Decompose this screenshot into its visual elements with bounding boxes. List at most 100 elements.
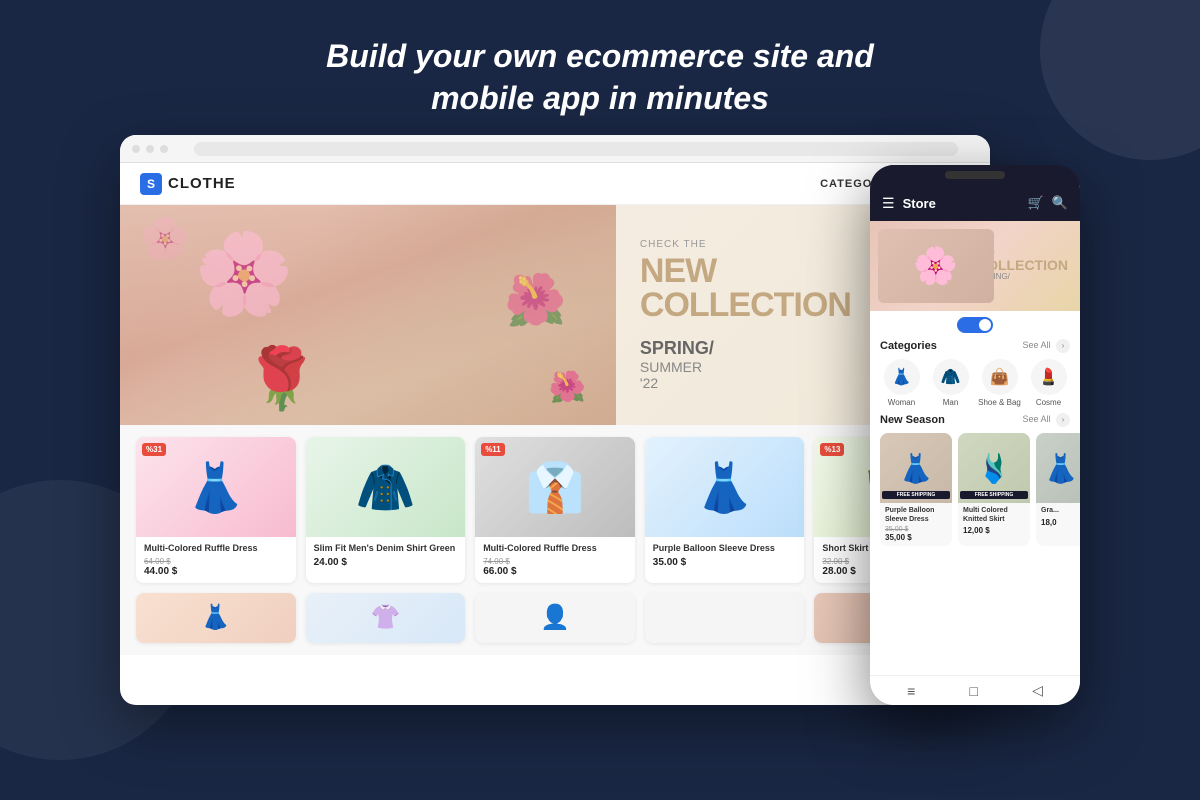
browser-dot-yellow	[146, 145, 154, 153]
new-season-see-all-arrow: ›	[1056, 413, 1070, 427]
product-image-2: 🧥	[306, 437, 466, 537]
discount-badge-3: %11	[481, 443, 505, 456]
mobile-home-icon[interactable]: ≡	[907, 683, 915, 699]
hero-headline-line2: mobile app in minutes	[431, 80, 769, 116]
mobile-product-info-2: Multi Colored Knitted Skirt 12,00 $	[958, 503, 1030, 539]
mobile-categories-grid: 👗 Woman 🧥 Man 👜 Shoe & Bag 💄 Cosme	[880, 359, 1070, 407]
shoe-bag-category-icon: 👜	[982, 359, 1018, 395]
mobile-toggle-area	[870, 311, 1080, 339]
products-section: 👗 %31 Multi-Colored Ruffle Dress 64.00 $…	[120, 425, 990, 655]
product-price-2: 24.00 $	[314, 557, 458, 568]
site-logo: S CLOTHE	[140, 173, 236, 195]
man-category-icon: 🧥	[933, 359, 969, 395]
mobile-bottom-bar: ≡ □ ◁	[870, 675, 1080, 705]
product-card[interactable]: 👗 Purple Balloon Sleeve Dress 35.00 $	[645, 437, 805, 583]
product-info-1: Multi-Colored Ruffle Dress 64.00 $ 44.00…	[136, 537, 296, 583]
mobile-categories-header: Categories See All ›	[880, 339, 1070, 353]
hero-section: Build your own ecommerce site and mobile…	[0, 0, 1200, 135]
mobile-free-shipping-1: FREE SHIPPING	[882, 491, 950, 499]
woman-category-label: Woman	[888, 398, 915, 407]
product-info-2: Slim Fit Men's Denim Shirt Green 24.00 $	[306, 537, 466, 574]
mobile-hero: 🌸 NEW COLLECTION SPRING/	[870, 221, 1080, 311]
product-info-4: Purple Balloon Sleeve Dress 35.00 $	[645, 537, 805, 574]
product-card-mini-2[interactable]: 👚	[306, 593, 466, 643]
product-image-4: 👗	[645, 437, 805, 537]
logo-icon: S	[140, 173, 162, 195]
product-name-4: Purple Balloon Sleeve Dress	[653, 543, 797, 554]
mobile-notch	[870, 165, 1080, 185]
product-name-2: Slim Fit Men's Denim Shirt Green	[314, 543, 458, 554]
mobile-product-name-1: Purple Balloon Sleeve Dress	[885, 507, 947, 524]
cosme-category-label: Cosme	[1036, 398, 1061, 407]
mobile-product-price-3: 18,0	[1041, 518, 1080, 527]
mobile-categories-see-all[interactable]: See All ›	[1022, 339, 1070, 353]
mobile-product-price-2: 12,00 $	[963, 526, 1025, 535]
mobile-categories-section: Categories See All › 👗 Woman 🧥 Man	[870, 339, 1080, 407]
product-info-3: Multi-Colored Ruffle Dress 74.00 $ 66.00…	[475, 537, 635, 583]
mobile-cat-shoe-bag[interactable]: 👜 Shoe & Bag	[978, 359, 1021, 407]
mobile-product-img-3: 👗	[1036, 433, 1080, 503]
mockup-container: S CLOTHE CATEGORIES 🔍 🛒 2	[120, 135, 1080, 705]
mobile-product-3[interactable]: 👗 Gra... 18,0	[1036, 433, 1080, 546]
mobile-product-name-2: Multi Colored Knitted Skirt	[963, 507, 1025, 524]
mobile-product-info-1: Purple Balloon Sleeve Dress 35,00 $ 35,0…	[880, 503, 952, 546]
product-price-4: 35.00 $	[653, 557, 797, 568]
mobile-store-title: Store	[903, 196, 1028, 211]
logo-letter: S	[147, 177, 155, 191]
product-image-3: 👔 %11	[475, 437, 635, 537]
mobile-product-info-3: Gra... 18,0	[1036, 503, 1080, 530]
mobile-cat-man[interactable]: 🧥 Man	[929, 359, 972, 407]
mobile-new-season-see-all[interactable]: See All ›	[1022, 413, 1070, 427]
mobile-cart-icon[interactable]: 🛒	[1028, 195, 1044, 211]
product-card-mini-1[interactable]: 👗	[136, 593, 296, 643]
mobile-nav-icons: 🛒 🔍	[1028, 195, 1068, 211]
product-image-1: 👗 %31	[136, 437, 296, 537]
browser-bar	[120, 135, 990, 163]
mobile-product-img-1: 👗 FREE SHIPPING	[880, 433, 952, 503]
product-card[interactable]: 👔 %11 Multi-Colored Ruffle Dress 74.00 $…	[475, 437, 635, 583]
mobile-categories-title: Categories	[880, 340, 937, 352]
man-category-label: Man	[943, 398, 959, 407]
product-name-3: Multi-Colored Ruffle Dress	[483, 543, 627, 554]
mobile-product-name-3: Gra...	[1041, 507, 1080, 515]
mobile-hero-image: 🌸	[878, 229, 994, 303]
hero-banner: 🌸 🌺 🌹 CHECK THE NEWCOLLECTION SPRING/ SU…	[120, 205, 990, 425]
mobile-search-icon[interactable]: 🔍	[1052, 195, 1068, 211]
hero-figure: 🌸 🌺 🌹	[120, 205, 616, 425]
mobile-product-price-1: 35,00 $	[885, 533, 947, 542]
hamburger-icon[interactable]: ☰	[882, 195, 895, 212]
mobile-product-img-2: 🩱 FREE SHIPPING	[958, 433, 1030, 503]
hero-image: 🌸 🌺 🌹	[120, 205, 616, 425]
mobile-new-season-grid: 👗 FREE SHIPPING Purple Balloon Sleeve Dr…	[880, 433, 1070, 546]
mobile-product-1[interactable]: 👗 FREE SHIPPING Purple Balloon Sleeve Dr…	[880, 433, 952, 546]
mobile-new-season-header: New Season See All ›	[880, 413, 1070, 427]
mobile-cat-cosme[interactable]: 💄 Cosme	[1027, 359, 1070, 407]
discount-badge-5: %13	[820, 443, 844, 456]
mobile-toggle[interactable]	[957, 317, 993, 333]
mobile-free-shipping-2: FREE SHIPPING	[960, 491, 1028, 499]
product-card-mini-3[interactable]: 👤	[475, 593, 635, 643]
product-old-price-1: 64.00 $	[144, 557, 288, 566]
product-price-3: 66.00 $	[483, 566, 627, 577]
hero-headline-line1: Build your own ecommerce site and	[326, 38, 874, 74]
desktop-mockup: S CLOTHE CATEGORIES 🔍 🛒 2	[120, 135, 990, 705]
site-navbar: S CLOTHE CATEGORIES 🔍 🛒 2	[120, 163, 990, 205]
mobile-product-2[interactable]: 🩱 FREE SHIPPING Multi Colored Knitted Sk…	[958, 433, 1030, 546]
shoe-bag-category-label: Shoe & Bag	[978, 398, 1021, 407]
mobile-back-icon[interactable]: ◁	[1032, 682, 1043, 699]
products-grid: 👗 %31 Multi-Colored Ruffle Dress 64.00 $…	[136, 437, 974, 583]
cosme-category-icon: 💄	[1031, 359, 1067, 395]
browser-url-bar	[194, 142, 958, 156]
mobile-nav: ☰ Store 🛒 🔍	[870, 185, 1080, 221]
mobile-cat-woman[interactable]: 👗 Woman	[880, 359, 923, 407]
see-all-arrow: ›	[1056, 339, 1070, 353]
product-name-1: Multi-Colored Ruffle Dress	[144, 543, 288, 554]
discount-badge-1: %31	[142, 443, 166, 456]
woman-category-icon: 👗	[884, 359, 920, 395]
product-card[interactable]: 👗 %31 Multi-Colored Ruffle Dress 64.00 $…	[136, 437, 296, 583]
product-card[interactable]: 🧥 Slim Fit Men's Denim Shirt Green 24.00…	[306, 437, 466, 583]
mobile-grid-icon[interactable]: □	[969, 683, 977, 699]
site-content: S CLOTHE CATEGORIES 🔍 🛒 2	[120, 163, 990, 705]
product-card-mini-4[interactable]	[645, 593, 805, 643]
products-row-2: 👗 👚 👤 👗	[136, 593, 974, 643]
